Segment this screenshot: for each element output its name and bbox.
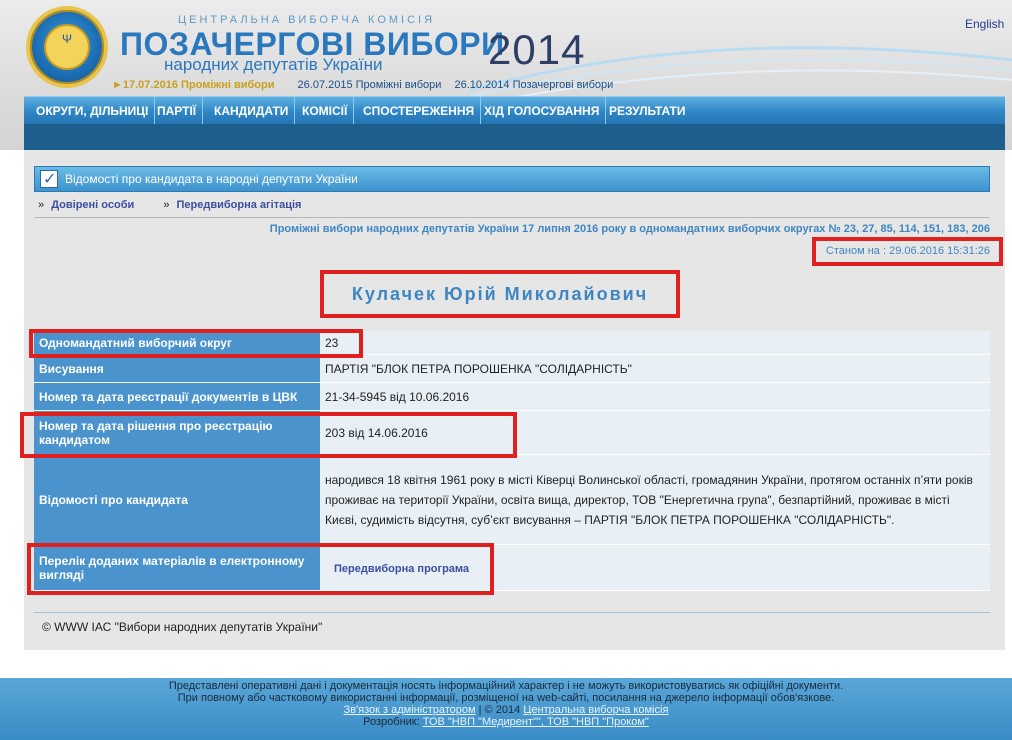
site-footer: Представлені оперативні дані і документа… [0,678,1012,740]
table-row: Одномандатний виборчий округ 23 [34,331,990,355]
nav-item-candidates[interactable]: КАНДИДАТИ [208,97,296,125]
cec-emblem-icon[interactable]: Ψ [26,6,108,88]
row-value: Передвиборна програма [320,545,990,591]
table-row: Номер та дата рішення про реєстрацію кан… [34,411,990,455]
elections-switcher: ►17.07.2016 Проміжні вибори 26.07.2015 П… [112,79,623,91]
table-row: Відомості про кандидата народився 18 кві… [34,455,990,545]
nav-item-districts[interactable]: ОКРУГИ, ДІЛЬНИЦІ [30,97,156,125]
divider [34,217,990,218]
cec-link[interactable]: Центральна виборча комісія [523,704,668,716]
row-value: 23 [320,331,990,355]
row-label: Висування [34,355,320,383]
bullet-icon: » [163,199,170,211]
election-description: Проміжні вибори народних депутатів Украї… [269,223,990,235]
row-label: Відомості про кандидата [34,455,320,545]
footer-citation-note: При повному або частковому використанні … [177,692,835,704]
developer-label: Розробник: [363,716,420,728]
site-subtitle: народних депутатів України [164,55,383,74]
main-nav: ОКРУГИ, ДІЛЬНИЦІ ПАРТІЇ КАНДИДАТИ КОМІСІ… [24,96,1005,125]
status-timestamp: Станом на : 29.06.2016 15:31:26 [825,245,990,257]
row-value: 203 від 14.06.2016 [320,411,990,455]
table-row: Висування ПАРТІЯ "БЛОК ПЕТРА ПОРОШЕНКА "… [34,355,990,383]
nav-subbar [24,124,1005,150]
row-value: ПАРТІЯ "БЛОК ПЕТРА ПОРОШЕНКА "СОЛІДАРНІС… [320,355,990,383]
developer-link[interactable]: ТОВ "НВП "Медирент"", ТОВ "НВП "Проком" [423,716,649,728]
election-label: 17.07.2016 Проміжні вибори [122,79,275,91]
table-row: Номер та дата реєстрації документів в ЦВ… [34,383,990,411]
site-year: 2014 [488,26,586,73]
checkbox-icon [40,169,58,189]
election-link-current[interactable]: ►17.07.2016 Проміжні вибори [112,79,284,91]
election-link[interactable]: 26.07.2015 Проміжні вибори [298,79,442,91]
contact-admin-link[interactable]: Зв'язок з адміністратором [344,704,476,716]
row-value: народився 18 квітня 1961 року в місті Кі… [320,455,990,545]
row-label: Номер та дата рішення про реєстрацію кан… [34,411,320,455]
emblem-center: Ψ [44,24,90,70]
english-language-link[interactable]: English [965,17,1004,31]
nav-item-observation[interactable]: СПОСТЕРЕЖЕННЯ [357,97,482,125]
footer-copyright: | © 2014 [478,704,521,716]
row-label: Номер та дата реєстрації документів в ЦВ… [34,383,320,411]
org-name: ЦЕНТРАЛЬНА ВИБОРЧА КОМІСІЯ [178,14,436,26]
trident-icon: Ψ [61,32,73,46]
election-program-link[interactable]: Передвиборна програма [334,563,469,575]
row-value: 21-34-5945 від 10.06.2016 [320,383,990,411]
nav-item-voting[interactable]: ХІД ГОЛОСУВАННЯ [478,97,607,125]
panel-header: Відомості про кандидата в народні депута… [34,166,990,192]
election-link[interactable]: 26.10.2014 Позачергові вибори [454,79,613,91]
content-copyright: © WWW ІАС "Вибори народних депутатів Укр… [42,620,323,634]
nav-item-results[interactable]: РЕЗУЛЬТАТИ [603,97,692,125]
divider [34,612,990,613]
table-row: Перелік доданих матеріалів в електронном… [34,545,990,591]
panel-title: Відомості про кандидата в народні депута… [65,172,358,186]
sub-links: » Довірені особи » Передвиборна агітація [34,199,301,215]
campaigning-link[interactable]: Передвиборна агітація [177,199,302,211]
footer-developer-line: Розробник: ТОВ "НВП "Медирент"", ТОВ "НВ… [0,716,1012,728]
nav-item-parties[interactable]: ПАРТІЇ [151,97,204,125]
candidate-name: Кулачек Юрій Миколайович [351,284,649,304]
row-label: Перелік доданих матеріалів в електронном… [34,545,320,591]
nav-item-commissions[interactable]: КОМІСІЇ [296,97,355,125]
row-label: Одномандатний виборчий округ [34,331,320,355]
trusted-persons-link[interactable]: Довірені особи [51,199,134,211]
footer-disclaimer: Представлені оперативні дані і документа… [168,680,844,692]
candidate-info-table: Одномандатний виборчий округ 23 Висуванн… [34,331,990,591]
footer-links-line: Зв'язок з адміністратором | © 2014 Центр… [0,704,1012,716]
bullet-icon: » [38,199,45,211]
